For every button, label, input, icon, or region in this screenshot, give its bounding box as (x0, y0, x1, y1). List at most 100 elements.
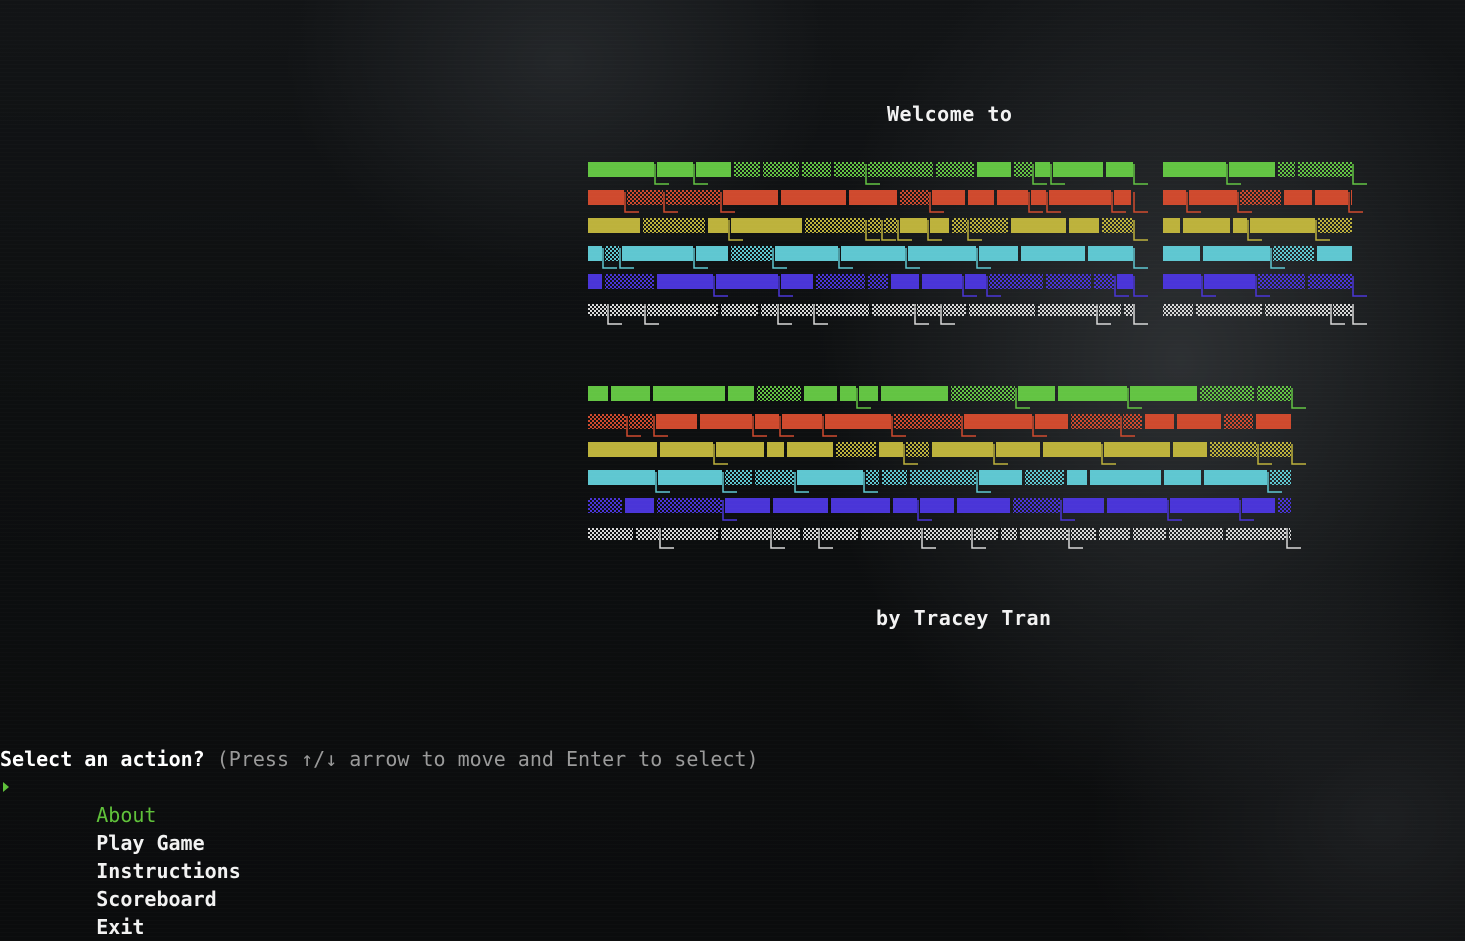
banner-glyph-block (605, 274, 654, 289)
action-prompt: Select an action? (Press ↑/↓ arrow to mo… (0, 745, 759, 773)
banner-glyph-line (1348, 192, 1363, 213)
banner-glyph-block (859, 386, 878, 401)
banner-glyph-line (1255, 276, 1270, 297)
banner-glyph-line (1028, 192, 1043, 213)
banner-glyph-line (891, 416, 906, 437)
banner-glyph-line (626, 416, 641, 437)
banner-glyph-line (863, 472, 878, 493)
banner-glyph-block (969, 304, 1035, 316)
banner-glyph-block (763, 162, 799, 177)
banner-glyph-block (868, 274, 888, 289)
banner-glyph-line (1270, 248, 1285, 269)
menu-item-instructions[interactable]: Instructions (0, 829, 241, 883)
banner-glyph-block (588, 414, 626, 429)
banner-glyph-line (921, 528, 936, 549)
banner-glyph-block (797, 470, 863, 485)
banner-glyph-block (588, 442, 657, 457)
banner-glyph-line (1015, 388, 1030, 409)
banner-glyph-block (1114, 190, 1131, 205)
banner-glyph-block (1163, 274, 1201, 289)
banner-glyph-line (1120, 416, 1135, 437)
banner-glyph-block (943, 304, 966, 316)
menu-item-exit[interactable]: Exit (0, 885, 241, 939)
banner-glyph-line (1286, 528, 1301, 549)
banner-glyph-line (971, 528, 986, 549)
banner-glyph-line (772, 248, 787, 269)
banner-glyph-block (932, 190, 965, 205)
menu-item-label: Exit (96, 915, 145, 939)
banner-glyph-block (627, 190, 663, 205)
banner-glyph-block (1123, 414, 1142, 429)
banner-glyph-line (962, 276, 977, 297)
banner-glyph-block (1130, 386, 1197, 401)
banner-glyph-block (700, 414, 752, 429)
banner-glyph-block (605, 246, 619, 261)
banner-glyph-block (696, 162, 731, 177)
menu-item-play-game[interactable]: Play Game (0, 801, 241, 855)
banner-glyph-block (1038, 304, 1096, 316)
banner-glyph-line (1127, 388, 1142, 409)
banner-glyph-block (979, 246, 1018, 261)
banner-glyph-block (1204, 274, 1255, 289)
banner-glyph-block (834, 162, 865, 177)
banner-glyph-line (1291, 388, 1306, 409)
banner-glyph-line (779, 416, 794, 437)
banner-glyph-block (1170, 498, 1239, 513)
banner-glyph-line (1239, 500, 1254, 521)
banner-glyph-block (647, 304, 718, 316)
banner-glyph-line (929, 192, 944, 213)
banner-glyph-block (1035, 414, 1068, 429)
banner-glyph-line (1352, 276, 1367, 297)
banner-glyph-block (588, 498, 622, 513)
banner-glyph-line (1330, 304, 1345, 325)
banner-glyph-line (838, 248, 853, 269)
banner-glyph-block (1014, 162, 1032, 177)
banner-glyph-line (752, 416, 767, 437)
triangle-right-icon (3, 782, 9, 792)
banner-glyph-block (936, 162, 974, 177)
banner-glyph-block (721, 528, 770, 540)
banner-glyph-block (1163, 162, 1226, 177)
banner-glyph-line (967, 220, 982, 241)
banner-glyph-block (1233, 218, 1247, 233)
banner-glyph-line (1032, 164, 1047, 185)
banner-glyph-block (917, 304, 940, 316)
banner-glyph-block (868, 162, 933, 177)
banner-glyph-line (1201, 276, 1216, 297)
banner-glyph-block (731, 218, 802, 233)
banner-glyph-line (865, 164, 880, 185)
banner-glyph-block (1196, 304, 1262, 316)
banner-glyph-block (1256, 414, 1291, 429)
banner-glyph-block (861, 528, 921, 540)
menu-item-scoreboard[interactable]: Scoreboard (0, 857, 241, 911)
banner-glyph-block (721, 304, 758, 316)
banner-glyph-block (725, 470, 752, 485)
banner-glyph-line (653, 416, 668, 437)
banner-glyph-line (905, 248, 920, 269)
banner-glyph-line (720, 192, 735, 213)
banner-glyph-block (1011, 218, 1066, 233)
banner-glyph-block (1242, 498, 1275, 513)
banner-glyph-block (802, 162, 831, 177)
banner-glyph-block (868, 218, 881, 233)
banner-glyph-block (1270, 470, 1291, 485)
banner-glyph-line (1060, 500, 1075, 521)
banner-glyph-line (940, 304, 955, 325)
banner-glyph-block (1067, 470, 1087, 485)
banner-glyph-block (728, 386, 754, 401)
banner-glyph-block (803, 528, 818, 540)
banner-glyph-block (588, 246, 602, 261)
banner-glyph-block (1106, 162, 1133, 177)
menu-item-about[interactable]: About (0, 773, 241, 827)
banner-glyph-block (1025, 470, 1064, 485)
banner-glyph-line (713, 444, 728, 465)
banner-glyph-line (607, 304, 622, 325)
banner-glyph-block (1107, 498, 1167, 513)
banner-glyph-line (914, 304, 929, 325)
banner-glyph-block (900, 218, 927, 233)
banner-glyph-block (932, 442, 993, 457)
banner-glyph-block (1258, 274, 1305, 289)
banner-glyph-line (778, 276, 793, 297)
banner-glyph-block (1058, 386, 1127, 401)
banner-glyph-line (1291, 444, 1306, 465)
